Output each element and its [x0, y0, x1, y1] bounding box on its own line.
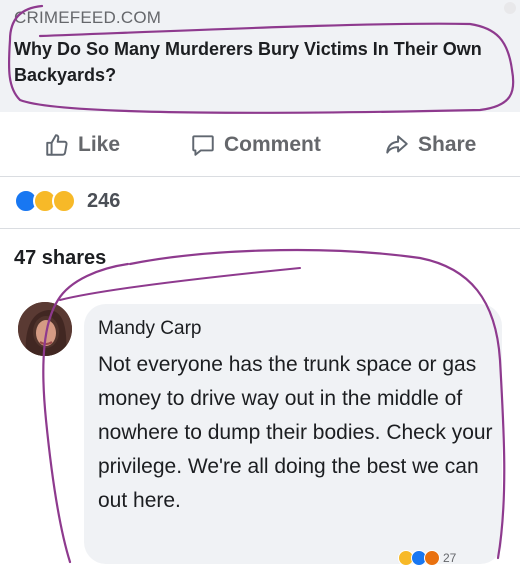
- avatar-image: [18, 302, 72, 356]
- divider-middle: [0, 228, 520, 229]
- haha-reaction-icon: [52, 189, 76, 213]
- share-label: Share: [418, 133, 477, 156]
- divider-top: [0, 176, 520, 177]
- post-actions-bar: Like Comment Share: [0, 128, 520, 162]
- shares-count[interactable]: 47 shares: [14, 247, 106, 270]
- reaction-count: 246: [87, 189, 121, 212]
- comment-bubble: Mandy Carp Not everyone has the trunk sp…: [84, 304, 502, 564]
- comment-label: Comment: [224, 133, 321, 156]
- share-button[interactable]: Share: [384, 128, 476, 162]
- avatar[interactable]: [18, 302, 72, 356]
- link-title[interactable]: Why Do So Many Murderers Bury Victims In…: [14, 36, 514, 88]
- comment-text: Not everyone has the trunk space or gas …: [98, 353, 493, 512]
- like-button[interactable]: Like: [44, 128, 120, 162]
- thumbs-up-icon: [46, 134, 68, 156]
- comment-reaction-count: 27: [443, 551, 457, 565]
- link-domain: CRIMEFEED.COM: [14, 8, 162, 27]
- comment-author[interactable]: Mandy Carp: [98, 318, 202, 340]
- link-preview-card[interactable]: CRIMEFEED.COM Why Do So Many Murderers B…: [0, 0, 520, 112]
- reaction-summary[interactable]: 246: [14, 188, 120, 214]
- comment-button[interactable]: Comment: [190, 128, 321, 162]
- comment-icon: [192, 135, 214, 156]
- like-label: Like: [78, 133, 121, 156]
- share-icon: [386, 135, 408, 154]
- corner-icon: [504, 2, 516, 14]
